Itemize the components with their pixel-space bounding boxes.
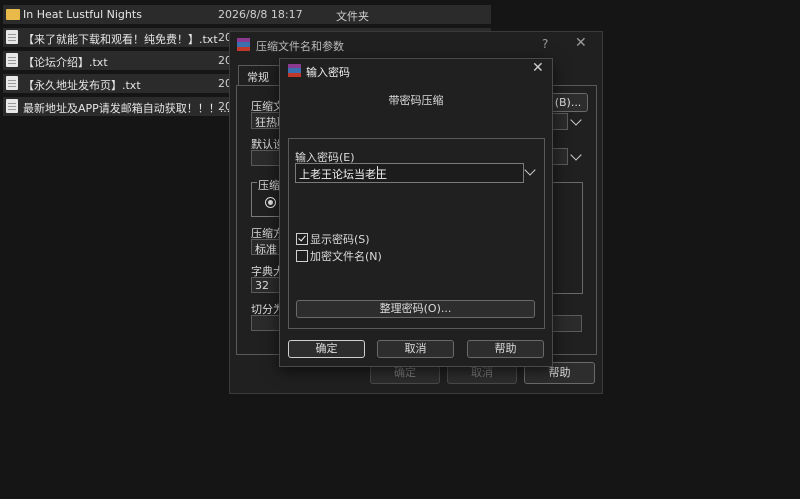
text-file-icon — [6, 30, 18, 44]
text-file-icon — [6, 76, 18, 90]
file-name: 【论坛介绍】.txt — [23, 56, 108, 69]
dialog-title: 输入密码 — [306, 66, 350, 79]
file-name: 【永久地址发布页】.txt — [23, 79, 141, 92]
tab-general[interactable]: 常规 — [238, 65, 280, 86]
folder-icon — [6, 9, 20, 20]
list-item[interactable]: In Heat Lustful Nights 2026/8/8 18:17 文件… — [3, 5, 491, 24]
winrar-icon — [288, 64, 301, 77]
ok-button[interactable]: 确定 — [288, 340, 365, 358]
radio-dot — [268, 200, 273, 205]
password-input[interactable]: 上老王论坛当老王 — [295, 163, 524, 183]
file-name: 最新地址及APP请发邮箱自动获取！！！.... — [23, 102, 234, 115]
text-file-icon — [6, 53, 18, 67]
close-icon[interactable]: ✕ — [532, 60, 544, 76]
close-icon[interactable]: ✕ — [575, 35, 587, 51]
help-button[interactable]: 帮助 — [467, 340, 544, 358]
encrypt-filenames-checkbox[interactable] — [296, 250, 308, 262]
dialog-heading: 带密码压缩 — [388, 94, 444, 107]
set-password-button[interactable] — [550, 315, 582, 332]
tab-label: 常规 — [247, 71, 269, 84]
radio-rar[interactable] — [265, 197, 276, 208]
text-file-icon — [6, 99, 18, 113]
winrar-icon — [237, 38, 250, 51]
encrypt-filenames-label[interactable]: 加密文件名(N) — [310, 248, 382, 264]
organize-passwords-button[interactable]: 整理密码(O)... — [296, 300, 535, 318]
help-icon[interactable]: ? — [542, 37, 548, 51]
show-password-label[interactable]: 显示密码(S) — [310, 231, 370, 247]
browse-button[interactable]: (B)... — [548, 93, 588, 112]
cancel-button[interactable]: 取消 — [377, 340, 454, 358]
password-dialog: 输入密码 ✕ 带密码压缩 输入密码(E) 上老王论坛当老王 显示密码(S) 加密… — [279, 58, 553, 367]
dialog-title: 压缩文件名和参数 — [256, 40, 344, 53]
file-name: In Heat Lustful Nights — [23, 8, 142, 21]
show-password-checkbox[interactable] — [296, 233, 308, 245]
archive-options-group — [549, 182, 583, 294]
file-type: 文件夹 — [336, 10, 369, 23]
text-caret — [377, 166, 378, 178]
file-name: 【来了就能下载和观看！纯免费！】.txt — [23, 33, 218, 46]
file-date: 2026/8/8 18:17 — [218, 8, 303, 21]
